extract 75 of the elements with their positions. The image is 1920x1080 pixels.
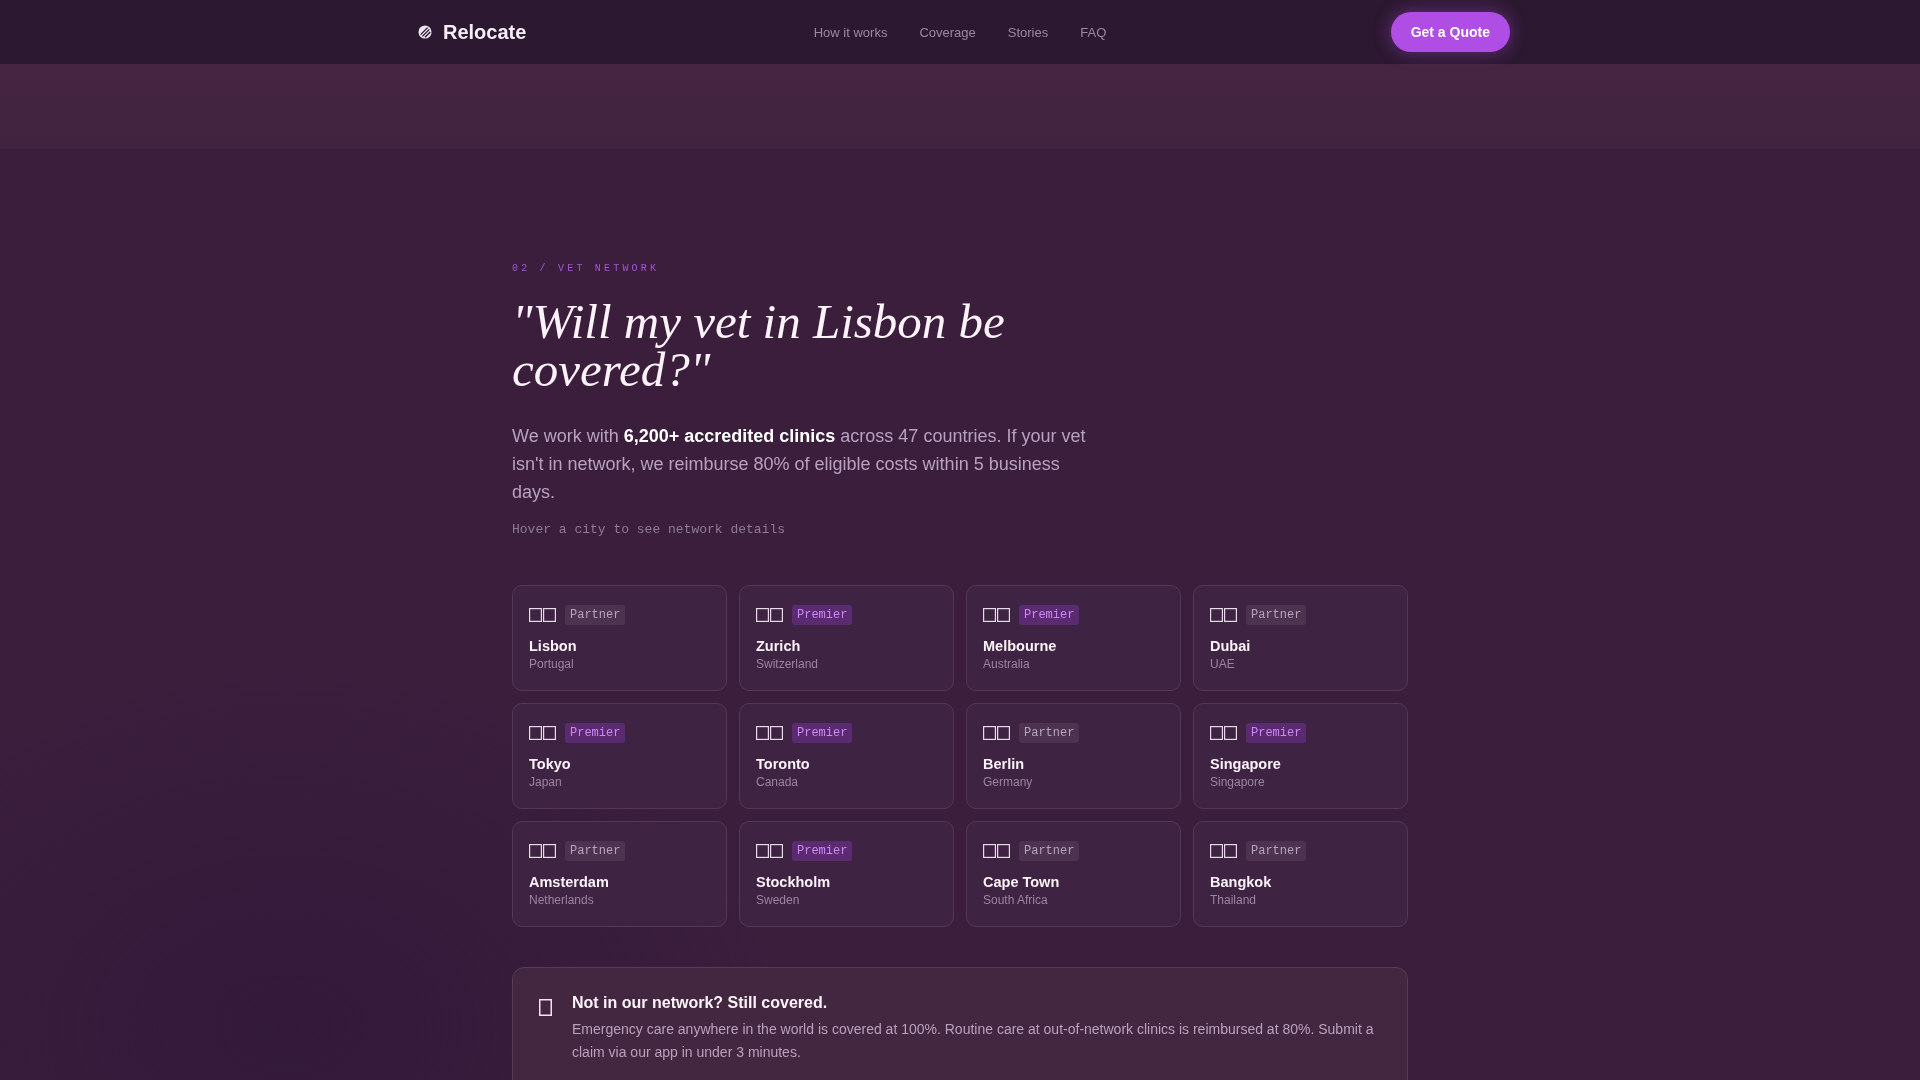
city-card[interactable]: Partner Berlin Germany: [966, 703, 1181, 809]
country-name: Germany: [983, 774, 1034, 790]
city-card[interactable]: Premier Stockholm Sweden: [739, 821, 954, 927]
glyph-boxes-icon: [1210, 726, 1237, 740]
country-name: Thailand: [1210, 892, 1258, 908]
intro-paragraph: We work with 6,200+ accredited clinics across 47 countries. If your vet isn't in network, we reimburse 80% of eligible costs within 5 business days.: [512, 425, 1087, 504]
glyph-boxes-icon: [529, 608, 556, 622]
tier-label: Partner: [1019, 841, 1080, 861]
tier-label: Premier: [792, 841, 853, 861]
glyph-boxes-icon: [1210, 608, 1237, 622]
city-name: Lisbon: [529, 637, 578, 655]
glyph-boxes-icon: [529, 844, 556, 858]
city-name: Berlin: [983, 755, 1026, 773]
nav-link[interactable]: Coverage: [919, 24, 976, 40]
hover-hint: Hover a city to see network details: [512, 522, 787, 537]
country-name: Australia: [983, 656, 1031, 672]
country-name: Sweden: [756, 892, 801, 908]
country-name: Singapore: [1210, 774, 1266, 790]
brand-name: Relocate: [443, 20, 527, 44]
city-name: Melbourne: [983, 637, 1058, 655]
glyph-boxes-icon: [756, 844, 783, 858]
city-name: Tokyo: [529, 755, 572, 773]
callout-body: Emergency care anywhere in the world is covered at 100%. Routine care at out-of-network clinics is reimbursed at 80%. Submit a claim via our app in under 3 minutes.: [572, 1020, 1375, 1062]
tier-label: Premier: [792, 605, 853, 625]
city-name: Toronto: [756, 755, 811, 773]
brand-logo-link[interactable]: Relocate: [410, 20, 527, 44]
country-name: South Africa: [983, 892, 1049, 908]
country-name: Netherlands: [529, 892, 595, 908]
tier-label: Partner: [1246, 841, 1307, 861]
tier-label: Partner: [1246, 605, 1307, 625]
city-name: Amsterdam: [529, 873, 610, 891]
city-card[interactable]: Premier Singapore Singapore: [1193, 703, 1408, 809]
city-name: Stockholm: [756, 873, 832, 891]
glyph-boxes-icon: [1210, 844, 1237, 858]
city-card[interactable]: Partner Bangkok Thailand: [1193, 821, 1408, 927]
country-name: Portugal: [529, 656, 575, 672]
nav-link[interactable]: How it works: [813, 24, 888, 40]
get-quote-button[interactable]: Get a Quote: [1390, 12, 1510, 52]
city-card[interactable]: Partner Lisbon Portugal: [512, 585, 727, 691]
tier-label: Premier: [792, 723, 853, 743]
tier-label: Partner: [1019, 723, 1080, 743]
glyph-boxes-icon: [529, 726, 556, 740]
tier-label: Partner: [565, 605, 626, 625]
tier-label: Partner: [565, 841, 626, 861]
tier-label: Premier: [565, 723, 626, 743]
callout-title: Not in our network? Still covered.: [572, 993, 829, 1013]
city-card[interactable]: Premier Tokyo Japan: [512, 703, 727, 809]
glyph-boxes-icon: [756, 608, 783, 622]
city-name: Dubai: [1210, 637, 1252, 655]
nav-link[interactable]: Stories: [1007, 24, 1049, 40]
glyph-boxes-icon: [756, 726, 783, 740]
section-eyebrow: 02 / VET NETWORK: [512, 263, 661, 274]
nav-link[interactable]: FAQ: [1080, 24, 1107, 40]
city-name: Bangkok: [1210, 873, 1273, 891]
country-name: Canada: [756, 774, 800, 790]
country-name: Japan: [529, 774, 563, 790]
city-card[interactable]: Partner Cape Town South Africa: [966, 821, 1181, 927]
city-name: Zurich: [756, 637, 802, 655]
country-name: Switzerland: [756, 656, 820, 672]
glyph-box-icon: [539, 999, 552, 1016]
city-card[interactable]: Partner Dubai UAE: [1193, 585, 1408, 691]
city-card[interactable]: Partner Amsterdam Netherlands: [512, 821, 727, 927]
tier-label: Premier: [1246, 723, 1307, 743]
glyph-boxes-icon: [983, 608, 1010, 622]
city-card[interactable]: Premier Zurich Switzerland: [739, 585, 954, 691]
glyph-boxes-icon: [983, 726, 1010, 740]
glyph-boxes-icon: [983, 844, 1010, 858]
logo-icon: [418, 25, 432, 39]
city-card[interactable]: Premier Toronto Canada: [739, 703, 954, 809]
section-heading: "Will my vet in Lisbon be covered?": [512, 298, 1006, 394]
country-name: UAE: [1210, 656, 1236, 672]
city-name: Singapore: [1210, 755, 1282, 773]
city-name: Cape Town: [983, 873, 1061, 891]
tier-label: Premier: [1019, 605, 1080, 625]
city-card[interactable]: Premier Melbourne Australia: [966, 585, 1181, 691]
